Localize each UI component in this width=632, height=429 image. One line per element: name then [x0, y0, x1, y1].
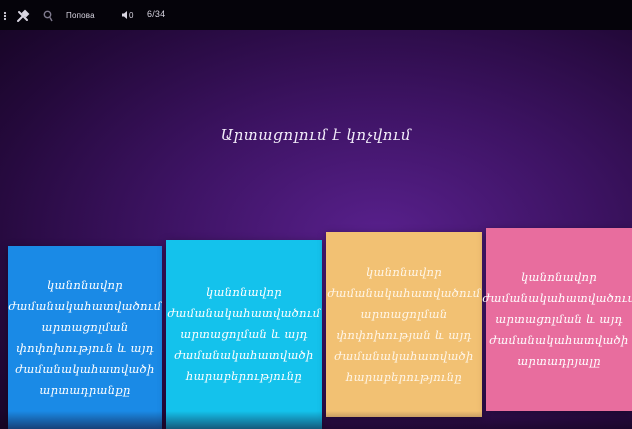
answer-option-4[interactable]: կանոնավոր ժամանակահատվածում արտացոլման և… — [482, 228, 632, 411]
answer-option-3[interactable]: կանոնավոր ժամանակահատվածում արտացոլման փ… — [326, 232, 482, 417]
quiz-screen: Попова 0 6/34 Արտացոլում է կոչվում կանոն… — [0, 0, 632, 429]
answer-option-1[interactable]: կանոնավոր ժամանակահատվածում արտացոլման փ… — [8, 246, 162, 429]
answer-option-2-text: կանոնավոր ժամանակահատվածում արտացոլման և… — [167, 285, 321, 383]
answer-option-4-text: կանոնավոր ժամանակահատվածում արտացոլման և… — [482, 270, 632, 368]
answer-option-3-text: կանոնավոր ժամանակահատվածում արտացոլման փ… — [327, 264, 481, 384]
answer-option-2[interactable]: կանոնավոր ժամանակահատվածում արտացոլման և… — [166, 240, 322, 429]
answer-option-1-text: կանոնավոր ժամանակահատվածում արտացոլման փ… — [8, 277, 162, 397]
answer-options: կանոնավոր ժամանակահատվածում արտացոլման փ… — [0, 0, 632, 429]
